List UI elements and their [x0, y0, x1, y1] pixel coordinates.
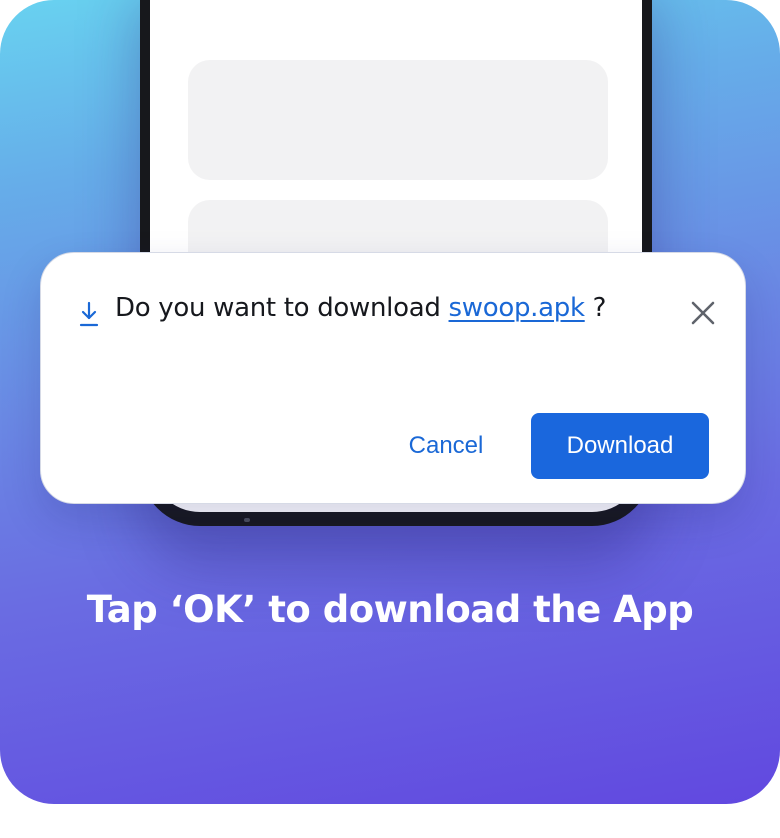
close-icon[interactable]: [689, 299, 717, 327]
question-prefix: Do you want to download: [115, 293, 449, 323]
download-question: Do you want to download swoop.apk ?: [115, 293, 606, 323]
cancel-button[interactable]: Cancel: [387, 413, 505, 479]
content-placeholder: [188, 60, 608, 180]
filename-link[interactable]: swoop.apk: [449, 293, 585, 323]
instruction-caption: Tap ‘OK’ to download the App: [86, 588, 694, 631]
download-button[interactable]: Download: [531, 413, 709, 479]
promo-card: Do you want to download swoop.apk ? Canc…: [0, 0, 780, 804]
question-suffix: ?: [584, 293, 607, 323]
download-dialog: Do you want to download swoop.apk ? Canc…: [40, 252, 746, 504]
download-arrow-icon: [79, 301, 99, 327]
phone-indicator-dot: [244, 518, 250, 522]
